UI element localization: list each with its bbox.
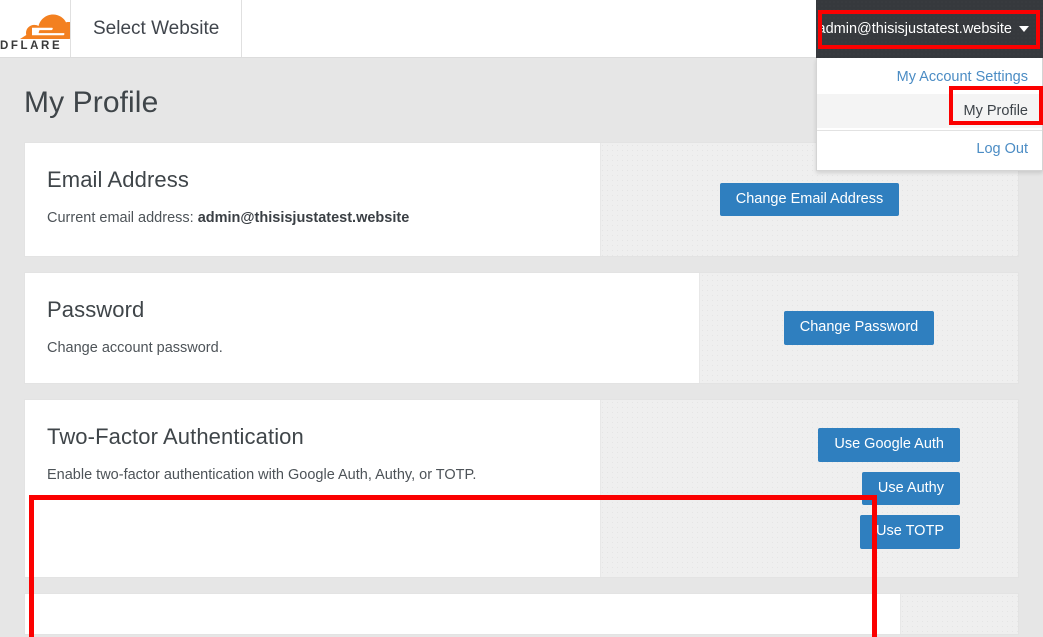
- use-totp-button[interactable]: Use TOTP: [860, 515, 960, 550]
- card-email-title: Email Address: [47, 167, 189, 192]
- use-google-auth-button[interactable]: Use Google Auth: [818, 427, 960, 462]
- card-password-description: Change account password.: [47, 340, 223, 356]
- account-menu-container: admin@thisisjustatest.website My Account…: [816, 0, 1043, 171]
- change-password-button[interactable]: Change Password: [783, 311, 935, 345]
- top-navigation-bar: DFLARE Select Website + Add Site Support…: [0, 0, 1043, 171]
- cloudflare-logo-icon: DFLARE: [0, 5, 70, 53]
- card-next-section-partial: [24, 593, 1019, 635]
- account-dropdown-menu: My Account Settings My Profile Log Out: [816, 58, 1043, 171]
- select-website-button[interactable]: Select Website: [71, 0, 243, 57]
- menu-item-my-profile[interactable]: My Profile: [817, 94, 1042, 128]
- card-email-value: admin@thisisjustatest.website: [197, 210, 410, 226]
- menu-item-my-account-settings[interactable]: My Account Settings: [817, 60, 1042, 94]
- account-email-label: admin@thisisjustatest.website: [817, 21, 1012, 37]
- use-authy-button[interactable]: Use Authy: [861, 471, 960, 506]
- card-email-current: Current email address: admin@thisisjusta…: [47, 209, 578, 229]
- account-email-button[interactable]: admin@thisisjustatest.website: [812, 17, 1033, 41]
- brand-wordmark: DFLARE: [0, 39, 63, 52]
- card-password: Password Change account password. Change…: [24, 272, 1019, 384]
- card-two-factor-authentication: Two-Factor Authentication Enable two-fac…: [24, 399, 1019, 578]
- card-password-actions: Change Password: [700, 273, 1018, 383]
- card-password-content: Password Change account password.: [25, 273, 700, 383]
- card-two-factor-actions: Use Google Auth Use Authy Use TOTP: [601, 400, 1018, 577]
- brand-logo-area[interactable]: DFLARE: [0, 0, 71, 57]
- card-next-section-actions: [901, 594, 1018, 634]
- card-next-section-content: [25, 594, 901, 634]
- card-password-title: Password: [47, 297, 145, 322]
- card-two-factor-title: Two-Factor Authentication: [47, 424, 304, 449]
- menu-divider: [817, 130, 1042, 131]
- change-email-address-button[interactable]: Change Email Address: [719, 182, 900, 217]
- card-two-factor-content: Two-Factor Authentication Enable two-fac…: [25, 400, 601, 577]
- card-email-label: Current email address:: [47, 210, 194, 226]
- select-website-label: Select Website: [93, 17, 220, 39]
- account-dropdown-toggle[interactable]: admin@thisisjustatest.website: [816, 0, 1043, 58]
- card-two-factor-description: Enable two-factor authentication with Go…: [47, 467, 477, 483]
- card-email-content: Email Address Current email address: adm…: [25, 143, 601, 256]
- chevron-down-icon: [1019, 26, 1029, 32]
- menu-item-log-out[interactable]: Log Out: [817, 132, 1042, 166]
